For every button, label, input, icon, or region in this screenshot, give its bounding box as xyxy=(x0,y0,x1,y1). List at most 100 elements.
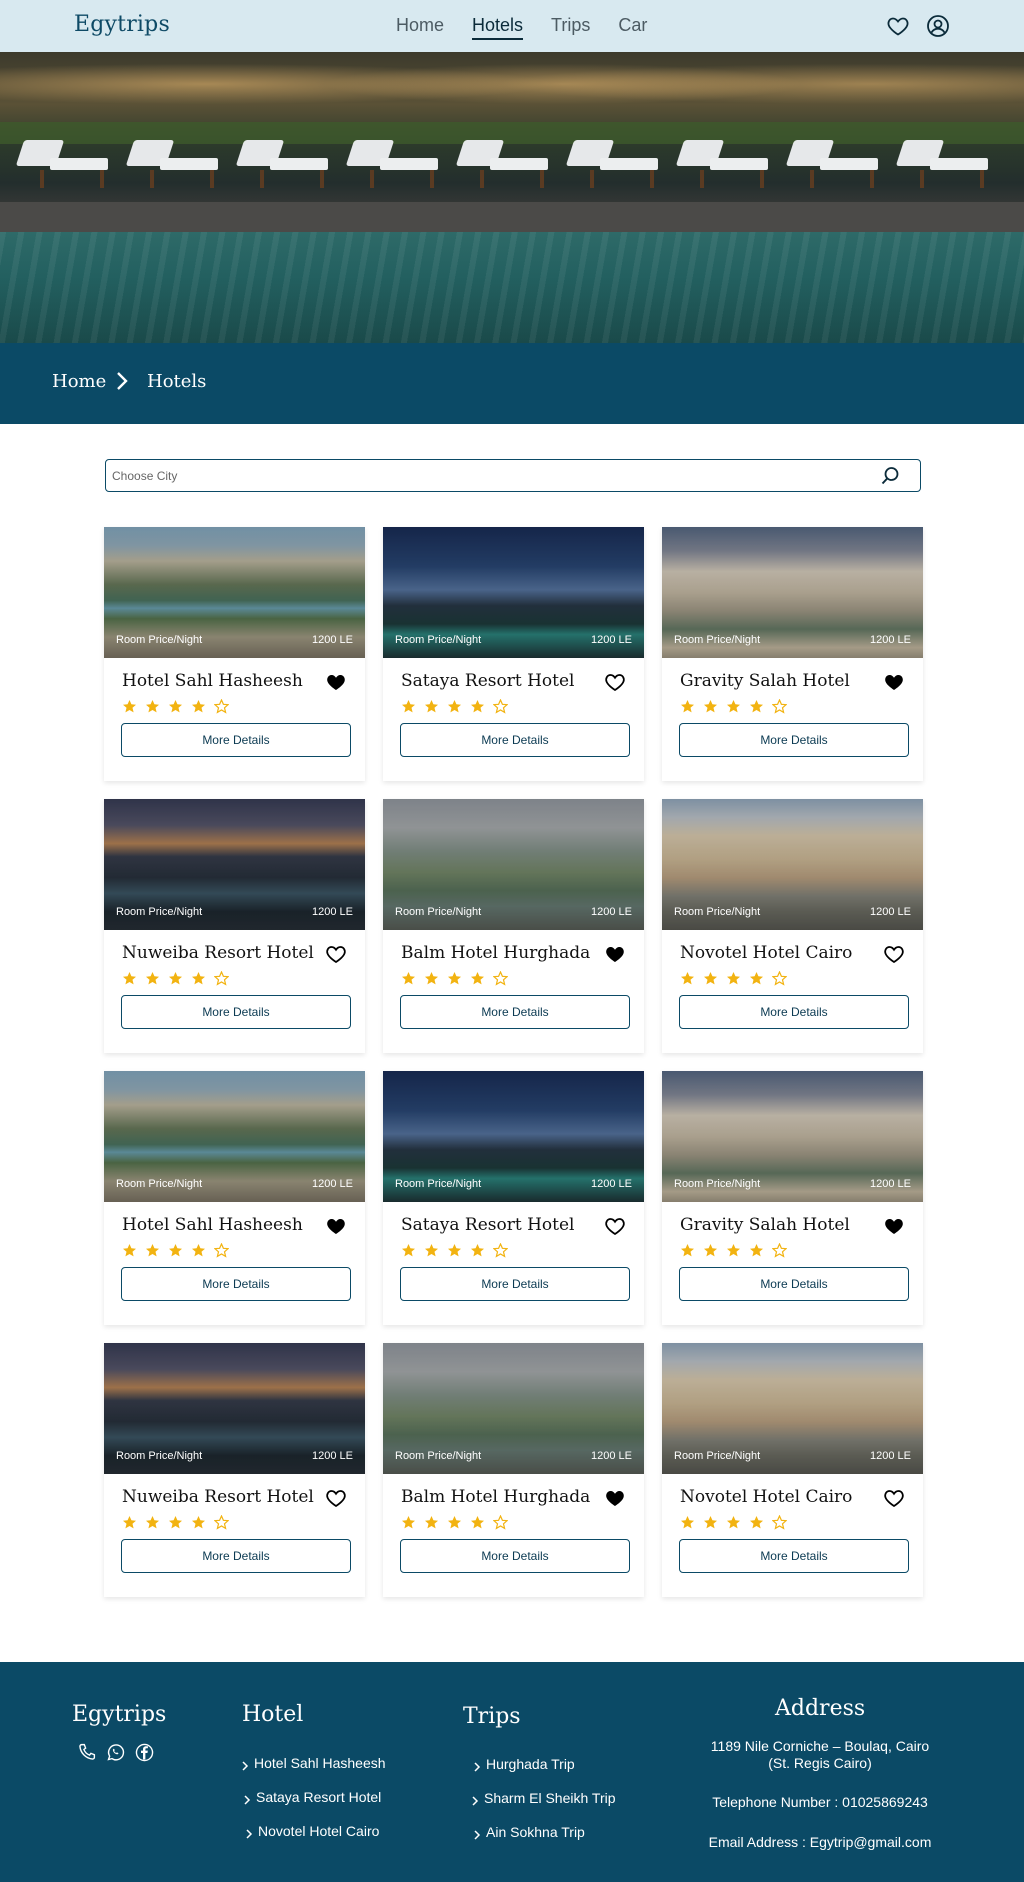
heart-outline-icon[interactable] xyxy=(325,1487,347,1509)
breadcrumb-home-link[interactable]: Home xyxy=(52,371,106,392)
star-filled-icon xyxy=(447,971,462,986)
hotel-card: Room Price/Night 1200 LE Novotel Hotel Cai… xyxy=(662,1343,923,1597)
more-details-button[interactable]: More Details xyxy=(121,723,351,757)
more-details-button[interactable]: More Details xyxy=(121,1267,351,1301)
star-filled-icon xyxy=(470,1243,485,1258)
city-search-input[interactable] xyxy=(112,466,852,486)
hotel-card: Room Price/Night 1200 LE Balm Hotel Hurgha… xyxy=(383,799,644,1053)
hotel-photo[interactable]: Room Price/Night 1200 LE xyxy=(662,1343,923,1474)
hotel-photo[interactable]: Room Price/Night 1200 LE xyxy=(383,799,644,930)
star-filled-icon xyxy=(424,1515,439,1530)
footer-trip-link[interactable]: Sharm El Sheikh Trip xyxy=(470,1781,616,1815)
footer-trip-link[interactable]: Ain Sokhna Trip xyxy=(472,1815,616,1849)
more-details-button[interactable]: More Details xyxy=(400,995,630,1029)
footer-trip-links: Hurghada Trip Sharm El Sheikh Trip Ain S… xyxy=(472,1747,616,1849)
nav-car[interactable]: Car xyxy=(618,15,647,40)
star-outline-icon xyxy=(492,1242,509,1258)
more-details-button[interactable]: More Details xyxy=(679,995,909,1029)
footer-hotel-links: Hotel Sahl Hasheesh Sataya Resort Hotel … xyxy=(240,1746,386,1848)
address-line: 1189 Nile Corniche – Boulaq, Cairo xyxy=(710,1738,930,1754)
hotel-photo[interactable]: Room Price/Night 1200 LE xyxy=(662,799,923,930)
star-rating xyxy=(680,970,788,986)
star-rating xyxy=(680,698,788,714)
heart-outline-icon[interactable] xyxy=(604,671,626,693)
heart-filled-icon[interactable] xyxy=(883,671,905,693)
star-rating xyxy=(680,1242,788,1258)
star-filled-icon xyxy=(726,699,741,714)
hotel-name: Nuweiba Resort Hotel xyxy=(122,943,314,963)
star-outline-icon xyxy=(213,1514,230,1530)
heart-filled-icon[interactable] xyxy=(883,1215,905,1237)
star-filled-icon xyxy=(145,971,160,986)
footer-hotel-link[interactable]: Hotel Sahl Hasheesh xyxy=(240,1746,386,1780)
hotel-name: Hotel Sahl Hasheesh xyxy=(122,1215,303,1235)
price-label: Room Price/Night xyxy=(116,906,203,918)
more-details-button[interactable]: More Details xyxy=(400,1539,630,1573)
more-details-button[interactable]: More Details xyxy=(400,723,630,757)
heart-outline-icon[interactable] xyxy=(604,1215,626,1237)
whatsapp-icon[interactable] xyxy=(105,1742,126,1763)
price-label: Room Price/Night xyxy=(395,634,482,646)
heart-filled-icon[interactable] xyxy=(325,671,347,693)
heart-outline-icon[interactable] xyxy=(883,1487,905,1509)
price-value: 1200 LE xyxy=(312,1178,353,1190)
price-value: 1200 LE xyxy=(591,634,632,646)
hotel-photo[interactable]: Room Price/Night 1200 LE xyxy=(662,527,923,658)
heart-outline-icon[interactable] xyxy=(883,943,905,965)
footer-hotel-link[interactable]: Novotel Hotel Cairo xyxy=(244,1814,386,1848)
more-details-button[interactable]: More Details xyxy=(121,995,351,1029)
heart-filled-icon[interactable] xyxy=(604,943,626,965)
heart-filled-icon[interactable] xyxy=(604,1487,626,1509)
star-outline-icon xyxy=(213,1242,230,1258)
nav-home[interactable]: Home xyxy=(396,15,444,40)
more-details-button[interactable]: More Details xyxy=(400,1267,630,1301)
more-details-button[interactable]: More Details xyxy=(121,1539,351,1573)
star-filled-icon xyxy=(122,1243,137,1258)
hotel-card: Room Price/Night 1200 LE Sataya Resort Hot… xyxy=(383,527,644,781)
facebook-icon[interactable] xyxy=(134,1742,155,1763)
more-details-button[interactable]: More Details xyxy=(679,723,909,757)
phone-icon[interactable] xyxy=(76,1742,97,1763)
footer-hotel-link[interactable]: Sataya Resort Hotel xyxy=(242,1780,386,1814)
hotel-photo[interactable]: Room Price/Night 1200 LE xyxy=(104,1343,365,1474)
star-rating xyxy=(401,698,509,714)
hotel-photo[interactable]: Room Price/Night 1200 LE xyxy=(383,1343,644,1474)
heart-outline-icon[interactable] xyxy=(325,943,347,965)
top-navbar: Egytrips Home Hotels Trips Car xyxy=(0,0,1024,52)
hotel-photo[interactable]: Room Price/Night 1200 LE xyxy=(383,1071,644,1202)
search-icon[interactable] xyxy=(880,466,900,486)
account-user-icon[interactable] xyxy=(926,14,950,38)
hotel-photo[interactable]: Room Price/Night 1200 LE xyxy=(662,1071,923,1202)
hotel-card: Room Price/Night 1200 LE Gravity Salah Hot… xyxy=(662,527,923,781)
heart-filled-icon[interactable] xyxy=(325,1215,347,1237)
brand-logo[interactable]: Egytrips xyxy=(74,12,170,37)
price-label: Room Price/Night xyxy=(395,1178,482,1190)
hotel-photo[interactable]: Room Price/Night 1200 LE xyxy=(383,527,644,658)
favorites-heart-icon[interactable] xyxy=(886,14,910,38)
chevron-right-icon xyxy=(242,1792,252,1805)
price-label: Room Price/Night xyxy=(395,1450,482,1462)
nav-trips[interactable]: Trips xyxy=(551,15,590,40)
star-outline-icon xyxy=(492,698,509,714)
star-filled-icon xyxy=(470,971,485,986)
star-filled-icon xyxy=(424,1243,439,1258)
main-nav: Home Hotels Trips Car xyxy=(396,15,675,40)
star-filled-icon xyxy=(447,699,462,714)
more-details-button[interactable]: More Details xyxy=(679,1267,909,1301)
star-outline-icon xyxy=(492,1514,509,1530)
star-rating xyxy=(401,1242,509,1258)
price-value: 1200 LE xyxy=(870,1178,911,1190)
hotel-name: Novotel Hotel Cairo xyxy=(680,943,853,963)
star-filled-icon xyxy=(424,971,439,986)
footer-trip-link[interactable]: Hurghada Trip xyxy=(472,1747,616,1781)
star-rating xyxy=(401,970,509,986)
footer-trip-link-label: Sharm El Sheikh Trip xyxy=(484,1790,616,1806)
more-details-button[interactable]: More Details xyxy=(679,1539,909,1573)
phone-number: Telephone Number : 01025869243 xyxy=(712,1794,928,1810)
hotel-photo[interactable]: Room Price/Night 1200 LE xyxy=(104,799,365,930)
hotel-photo[interactable]: Room Price/Night 1200 LE xyxy=(104,527,365,658)
hotel-photo[interactable]: Room Price/Night 1200 LE xyxy=(104,1071,365,1202)
star-outline-icon xyxy=(771,1242,788,1258)
price-label: Room Price/Night xyxy=(116,1450,203,1462)
nav-hotels[interactable]: Hotels xyxy=(472,15,524,40)
